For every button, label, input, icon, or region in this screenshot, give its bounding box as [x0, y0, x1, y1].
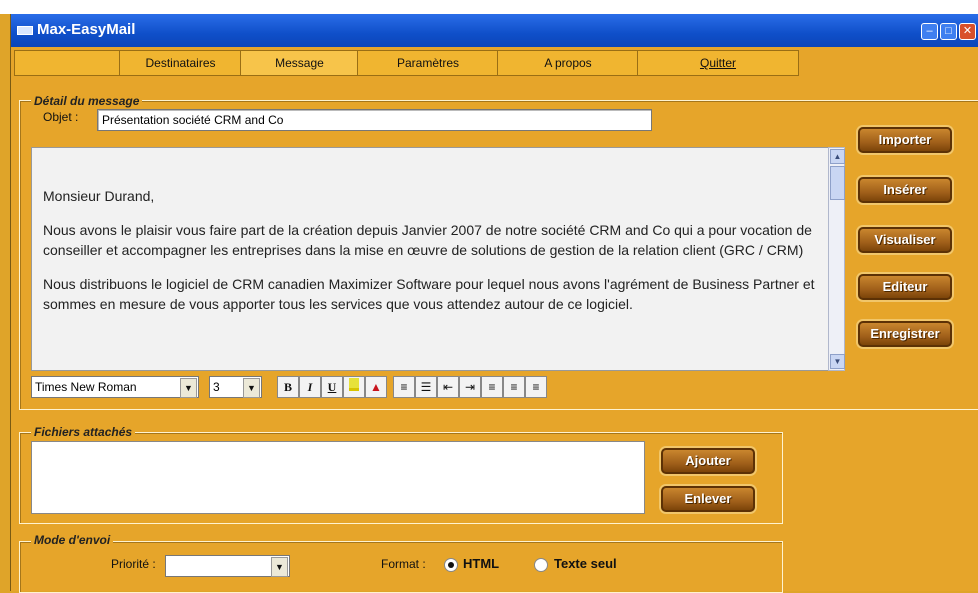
- editor-button[interactable]: Editeur: [858, 274, 952, 300]
- font-color-icon[interactable]: ▲: [365, 376, 387, 398]
- priority-label: Priorité :: [111, 557, 156, 571]
- subject-input[interactable]: Présentation société CRM and Co: [97, 109, 652, 131]
- menu-spacer: [14, 50, 120, 76]
- scroll-down-icon[interactable]: ▼: [830, 354, 845, 369]
- app-window: Max-EasyMail – □ ✕ Destinataires Message…: [10, 14, 978, 593]
- font-name-value: Times New Roman: [35, 380, 137, 394]
- close-icon[interactable]: ✕: [959, 23, 976, 40]
- minimize-icon[interactable]: –: [921, 23, 938, 40]
- chevron-down-icon[interactable]: ▼: [180, 378, 197, 398]
- message-body: Monsieur Durand, Nous avons le plaisir v…: [43, 186, 815, 328]
- font-name-select[interactable]: Times New Roman ▼: [31, 376, 199, 398]
- bold-button[interactable]: B: [277, 376, 299, 398]
- subject-label: Objet :: [43, 110, 79, 124]
- chevron-down-icon[interactable]: ▼: [271, 557, 288, 577]
- body-paragraph: Nous avons le plaisir vous faire part de…: [43, 222, 812, 258]
- plain-text-radio-label[interactable]: Texte seul: [554, 556, 617, 571]
- highlight-icon[interactable]: [343, 376, 365, 398]
- window-title: Max-EasyMail: [37, 21, 136, 38]
- add-attachment-button[interactable]: Ajouter: [661, 448, 755, 474]
- menu-parametres[interactable]: Paramètres: [357, 50, 499, 76]
- italic-button[interactable]: I: [299, 376, 321, 398]
- send-mode-legend: Mode d'envoi: [31, 533, 114, 547]
- font-size-value: 3: [213, 380, 220, 394]
- maximize-icon[interactable]: □: [940, 23, 957, 40]
- remove-attachment-button[interactable]: Enlever: [661, 486, 755, 512]
- menu-a-propos[interactable]: A propos: [497, 50, 639, 76]
- desktop-strip: [0, 0, 978, 14]
- app-icon: [17, 26, 33, 35]
- align-center-icon[interactable]: ≡: [503, 376, 525, 398]
- scroll-thumb[interactable]: [830, 166, 845, 200]
- align-left-icon[interactable]: ≡: [481, 376, 503, 398]
- attachments-list[interactable]: [31, 441, 645, 514]
- font-size-select[interactable]: 3 ▼: [209, 376, 262, 398]
- underline-button[interactable]: U: [321, 376, 343, 398]
- insert-button[interactable]: Insérer: [858, 177, 952, 203]
- plain-text-radio[interactable]: [534, 558, 548, 572]
- format-label: Format :: [381, 557, 426, 571]
- html-radio-label[interactable]: HTML: [463, 556, 499, 571]
- editor-scrollbar[interactable]: ▲ ▼: [828, 147, 845, 371]
- message-detail-legend: Détail du message: [31, 94, 143, 108]
- scroll-up-icon[interactable]: ▲: [830, 149, 845, 164]
- html-radio[interactable]: [444, 558, 458, 572]
- body-paragraph: Nous distribuons le logiciel de CRM cana…: [43, 276, 815, 312]
- title-bar: Max-EasyMail – □ ✕: [11, 14, 978, 47]
- bullet-list-icon[interactable]: ☰: [415, 376, 437, 398]
- import-button[interactable]: Importer: [858, 127, 952, 153]
- menu-destinataires[interactable]: Destinataires: [119, 50, 242, 76]
- message-editor[interactable]: Monsieur Durand, Nous avons le plaisir v…: [31, 147, 829, 371]
- chevron-down-icon[interactable]: ▼: [243, 378, 260, 398]
- menu-bar: Destinataires Message Paramètres A propo…: [11, 47, 978, 76]
- body-paragraph: Monsieur Durand,: [43, 188, 155, 204]
- indent-icon[interactable]: ⇥: [459, 376, 481, 398]
- attachments-legend: Fichiers attachés: [31, 425, 136, 439]
- menu-message[interactable]: Message: [240, 50, 359, 76]
- save-button[interactable]: Enregistrer: [858, 321, 952, 347]
- preview-button[interactable]: Visualiser: [858, 227, 952, 253]
- outdent-icon[interactable]: ⇤: [437, 376, 459, 398]
- priority-select[interactable]: ▼: [165, 555, 290, 577]
- align-right-icon[interactable]: ≡: [525, 376, 547, 398]
- numbered-list-icon[interactable]: ≡: [393, 376, 415, 398]
- menu-quitter[interactable]: Quitter: [637, 50, 799, 76]
